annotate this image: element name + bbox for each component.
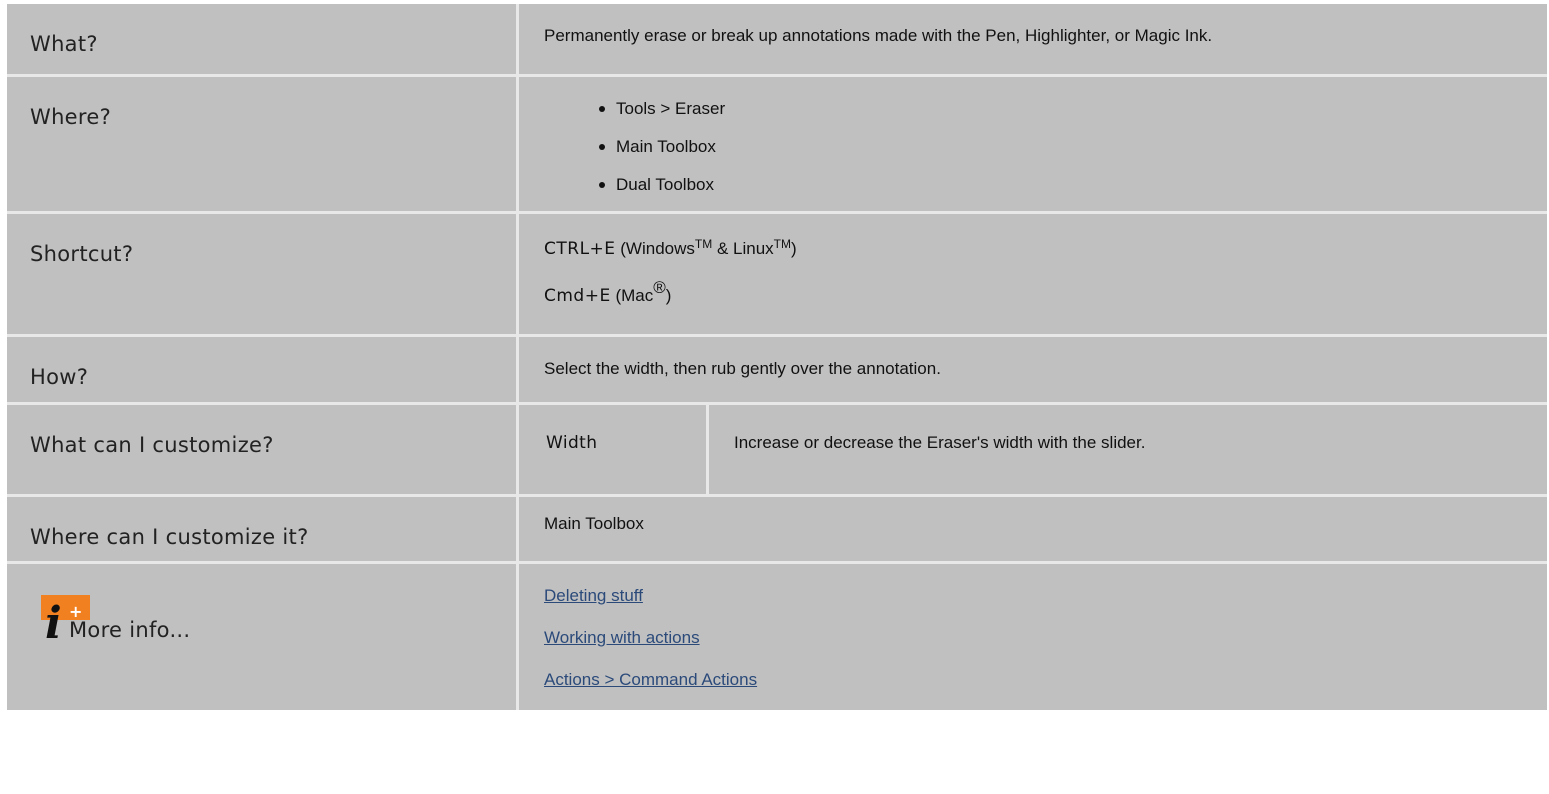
value-more-info: Deleting stuff Working with actions Acti… xyxy=(519,564,1547,710)
shortcut-windows-open: (Windows xyxy=(615,239,695,258)
shortcut-windows-key: CTRL+E xyxy=(544,239,616,259)
where-item-tools-eraser: Tools > Eraser xyxy=(599,97,1547,120)
shortcut-mac: Cmd+E (Mac®) xyxy=(519,260,1547,307)
customize-where-text: Main Toolbox xyxy=(544,514,644,533)
label-shortcut: Shortcut? xyxy=(7,214,519,337)
info-icon-letter: i xyxy=(45,598,63,649)
trademark-windows: TM xyxy=(694,237,713,251)
label-more-info: More info... xyxy=(69,618,191,642)
row-more-info: i + More info... Deleting stuff Working … xyxy=(7,564,1547,710)
what-description: Permanently erase or break up annotation… xyxy=(544,26,1213,45)
registered-mark: ® xyxy=(653,278,666,297)
label-how: How? xyxy=(7,337,519,405)
link-command-actions[interactable]: Actions > Command Actions xyxy=(544,668,1547,691)
more-info-links: Deleting stuff Working with actions Acti… xyxy=(519,564,1547,691)
customize-key: Width xyxy=(519,405,709,494)
shortcut-mac-open: (Mac xyxy=(610,286,654,305)
row-customize: What can I customize? Width Increase or … xyxy=(7,405,1547,497)
value-how: Select the width, then rub gently over t… xyxy=(519,337,1547,405)
where-list: Tools > Eraser Main Toolbox Dual Toolbox xyxy=(519,77,1547,196)
label-customize: What can I customize? xyxy=(7,405,519,497)
label-what: What? xyxy=(7,4,519,77)
how-description: Select the width, then rub gently over t… xyxy=(544,359,941,378)
help-table: What? Permanently erase or break up anno… xyxy=(7,4,1547,710)
customize-value: Increase or decrease the Eraser's width … xyxy=(707,405,1547,494)
value-customize: Width Increase or decrease the Eraser's … xyxy=(519,405,1547,497)
row-shortcut: Shortcut? CTRL+E (WindowsTM & LinuxTM) C… xyxy=(7,214,1547,337)
row-how: How? Select the width, then rub gently o… xyxy=(7,337,1547,405)
where-item-dual-toolbox: Dual Toolbox xyxy=(599,173,1547,196)
link-working-with-actions[interactable]: Working with actions xyxy=(544,626,1547,649)
label-where: Where? xyxy=(7,77,519,214)
shortcut-linux: & Linux xyxy=(712,239,774,258)
where-item-main-toolbox: Main Toolbox xyxy=(599,135,1547,158)
link-deleting-stuff[interactable]: Deleting stuff xyxy=(544,584,1547,607)
shortcut-windows-close: ) xyxy=(790,239,797,258)
shortcut-windows: CTRL+E (WindowsTM & LinuxTM) xyxy=(519,214,1547,260)
label-customize-where: Where can I customize it? xyxy=(7,497,519,564)
shortcut-mac-key: Cmd+E xyxy=(544,286,611,306)
shortcut-mac-close: ) xyxy=(665,286,672,305)
trademark-linux: TM xyxy=(773,237,791,251)
row-customize-where: Where can I customize it? Main Toolbox xyxy=(7,497,1547,564)
value-where: Tools > Eraser Main Toolbox Dual Toolbox xyxy=(519,77,1547,214)
label-more-info-cell: i + More info... xyxy=(7,564,519,710)
customize-table: Width Increase or decrease the Eraser's … xyxy=(519,405,1547,494)
value-what: Permanently erase or break up annotation… xyxy=(519,4,1547,77)
row-where: Where? Tools > Eraser Main Toolbox Dual … xyxy=(7,77,1547,214)
value-shortcut: CTRL+E (WindowsTM & LinuxTM) Cmd+E (Mac®… xyxy=(519,214,1547,337)
row-what: What? Permanently erase or break up anno… xyxy=(7,4,1547,77)
value-customize-where: Main Toolbox xyxy=(519,497,1547,564)
